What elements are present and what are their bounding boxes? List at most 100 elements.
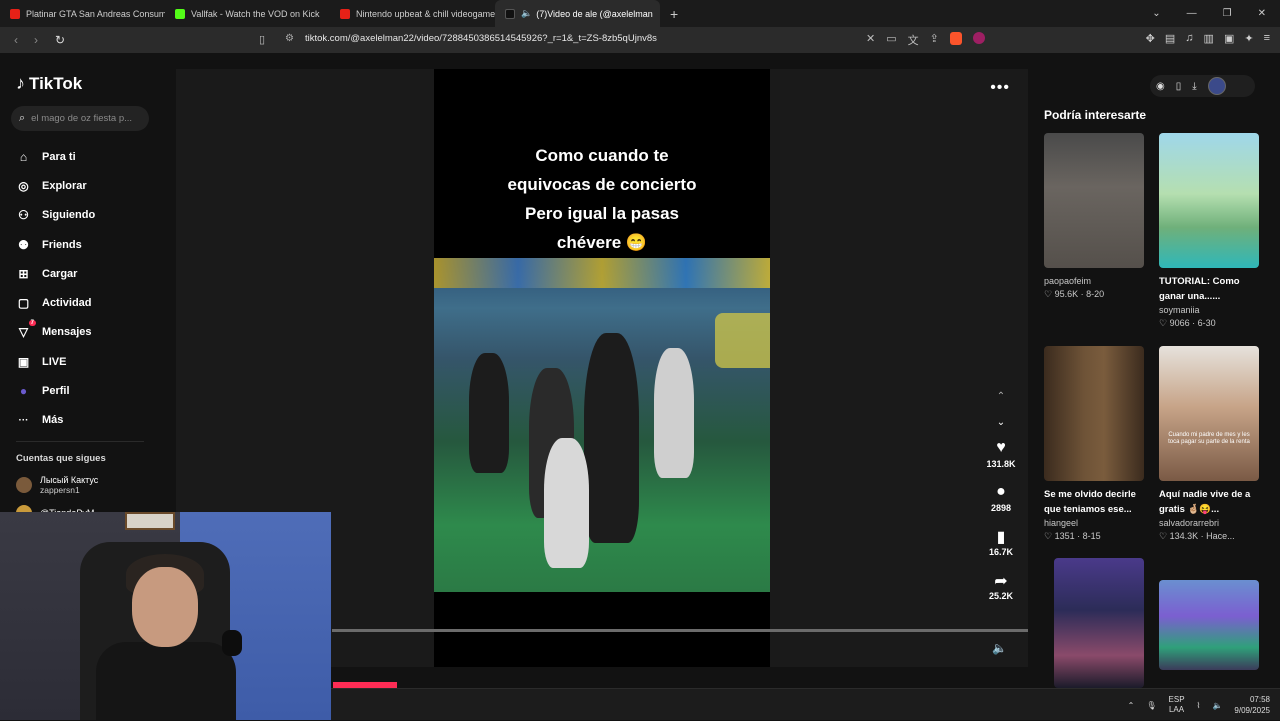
minimize-icon[interactable]: — [1187, 8, 1197, 19]
search-icon: ⌕ [19, 112, 26, 124]
sidebar-item-friends[interactable]: ⚉ Friends [16, 230, 166, 259]
tiktok-logo[interactable]: ♪ TikTok [16, 73, 82, 94]
search-box[interactable]: ⌕ el mago de oz fiesta p... [11, 106, 149, 131]
tab-search-icon[interactable]: ⌄ [1152, 8, 1160, 19]
webcam-overlay [0, 512, 331, 720]
card-title: TUTORIAL: Como ganar una...... [1159, 276, 1240, 302]
tab-tiktok[interactable]: 🔈 (7)Video de ale (@axelelman ✕ [495, 0, 660, 27]
video-thumbnail: Cuando mi padre de mes y les toca pagar … [1159, 346, 1259, 481]
video-nav-arrows: ⌃ ⌄ [994, 384, 1008, 436]
bookmark-icon[interactable]: ▯ [259, 33, 265, 46]
suggested-video-card[interactable]: TUTORIAL: Como ganar una...... soymaniia… [1159, 133, 1259, 330]
suggestions-panel: ◉ ▯ ⤓ Podría interesarte paopaofeim ♡ 95… [1032, 53, 1272, 720]
suggested-video-card[interactable] [1159, 580, 1259, 670]
video-actions: ♥ 131.8K ● 2898 ▮ 16.7K ➦ 25.2K [980, 439, 1022, 615]
activity-icon: ▢ [17, 296, 30, 311]
sidebar-item-live[interactable]: ▣ LIVE [16, 347, 166, 376]
wifi-icon[interactable]: ⌇ [1197, 701, 1201, 710]
dancer [584, 333, 639, 543]
translate-icon[interactable]: 文 [908, 32, 919, 48]
sidebar-item-actividad[interactable]: ▢ Actividad [16, 288, 166, 317]
url-input[interactable]: tiktok.com/@axelelman22/video/7288450386… [305, 33, 657, 44]
tray-expand-icon[interactable]: ⌃ [1128, 701, 1135, 710]
sidebar-item-mensajes[interactable]: ▽ 7 Mensajes [16, 318, 166, 347]
share-button[interactable]: ➦ 25.2K [980, 571, 1022, 615]
clock-time: 07:58 [1249, 695, 1270, 704]
suggested-video-card[interactable] [1054, 558, 1154, 688]
account-name: Лысый Кактус [40, 475, 99, 485]
site-info-icon[interactable]: ⚙ [285, 33, 294, 44]
media-icon[interactable]: ♫ [1185, 32, 1193, 45]
address-bar: ‹ › ↻ ▯ ⚙ tiktok.com/@axelelman22/video/… [0, 27, 1280, 53]
heart-icon: ♥ [996, 439, 1006, 456]
microphone-icon[interactable]: 🎙 [1146, 701, 1156, 710]
search-input[interactable]: el mago de oz fiesta p... [31, 113, 132, 124]
sidebar-item-para-ti[interactable]: ⌂ Para ti [16, 142, 166, 171]
sound-icon[interactable]: 🔈 [1212, 701, 1222, 710]
sidebar-item-explorar[interactable]: ◎ Explorar [16, 171, 166, 200]
tab-gta[interactable]: Platinar GTA San Andreas Consumió [0, 0, 165, 27]
sidebar-item-label: Más [42, 414, 64, 427]
brave-rewards-icon[interactable] [972, 32, 985, 44]
leo-icon[interactable]: ✦ [1244, 32, 1253, 45]
account-handle: zappersn1 [40, 485, 80, 495]
sidebar-item-perfil[interactable]: ● Perfil [16, 376, 166, 405]
video-progress-bar[interactable] [332, 629, 1028, 632]
download-icon[interactable]: ⤓ [1192, 81, 1196, 92]
video-thumbnail [1159, 133, 1259, 268]
dancer [544, 438, 589, 568]
close-window-icon[interactable]: ✕ [1258, 8, 1266, 19]
save-button[interactable]: ▮ 16.7K [980, 527, 1022, 571]
reload-icon[interactable]: ↻ [50, 33, 70, 47]
youtube-icon [340, 8, 350, 19]
following-account[interactable]: Лысый Кактус zappersn1 [16, 475, 98, 495]
sidebar-item-mas[interactable]: ··· Más [16, 406, 166, 435]
comment-button[interactable]: ● 2898 [980, 483, 1022, 527]
bookmark-icon: ▮ [996, 529, 1006, 546]
mute-site-icon[interactable]: ✕ [866, 32, 875, 48]
clock[interactable]: 07:58 9/09/2025 [1234, 694, 1270, 716]
share-icon[interactable]: ⇪ [930, 32, 939, 48]
wallet2-icon[interactable]: ▣ [1224, 32, 1234, 45]
brave-shields-icon[interactable] [949, 32, 962, 45]
menu-icon[interactable]: ≡ [1264, 32, 1270, 45]
user-avatar[interactable] [1207, 77, 1226, 95]
video-frame[interactable]: Como cuando te equivocas de concierto Pe… [434, 69, 770, 667]
sidebar-divider [16, 441, 144, 442]
forward-icon[interactable]: › [26, 33, 46, 47]
card-author: soymaniia [1159, 305, 1200, 315]
message-count-badge: 7 [28, 320, 36, 327]
maximize-icon[interactable]: ❐ [1223, 8, 1232, 19]
wallet-icon[interactable]: ▤ [1165, 32, 1175, 45]
new-tab-button[interactable]: + [670, 6, 678, 22]
caption-line: equivocas de concierto [507, 175, 697, 194]
sidebar-item-label: LIVE [42, 355, 67, 368]
browser-tab-bar: Platinar GTA San Andreas Consumió Vallfa… [0, 0, 1280, 27]
card-stats: ♡ 1351 · 8-15 [1044, 531, 1101, 541]
more-options-icon[interactable]: ••• [990, 79, 1010, 97]
sidebar-item-label: Para ti [42, 150, 76, 163]
save-count: 16.7K [988, 547, 1014, 557]
next-video-icon[interactable]: ⌄ [994, 410, 1008, 436]
prev-video-icon[interactable]: ⌃ [994, 384, 1008, 410]
phone-icon[interactable]: ▯ [1176, 81, 1182, 92]
home-icon: ⌂ [19, 149, 28, 164]
suggested-video-card[interactable]: paopaofeim ♡ 95.6K · 8-20 [1044, 133, 1144, 301]
microphone [222, 630, 242, 656]
cast-icon[interactable]: ▭ [886, 32, 896, 48]
clock-date: 9/09/2025 [1234, 706, 1270, 715]
sidebar-item-siguiendo[interactable]: ⚇ Siguiendo [16, 201, 166, 230]
extensions-icon[interactable]: ✥ [1146, 32, 1155, 45]
coin-icon[interactable]: ◉ [1156, 81, 1165, 92]
tab-nintendo[interactable]: Nintendo upbeat & chill videogame [330, 0, 495, 27]
like-button[interactable]: ♥ 131.8K [980, 439, 1022, 483]
back-icon[interactable]: ‹ [6, 33, 26, 47]
sidebar-icon[interactable]: ▥ [1204, 32, 1214, 45]
volume-icon[interactable]: 🔈 [992, 641, 1007, 655]
sidebar-item-cargar[interactable]: ⊞ Cargar [16, 259, 166, 288]
suggested-video-card[interactable]: Cuando mi padre de mes y les toca pagar … [1159, 346, 1259, 543]
suggested-video-card[interactable]: Se me olvido decirle que teniamos ese...… [1044, 346, 1144, 543]
language-indicator[interactable]: ESP LAA [1169, 695, 1185, 715]
tab-kick[interactable]: Vallfak - Watch the VOD on Kick [165, 0, 330, 27]
card-title: Aquí nadie vive de a gratis 🤞🏼😝... [1159, 489, 1251, 515]
